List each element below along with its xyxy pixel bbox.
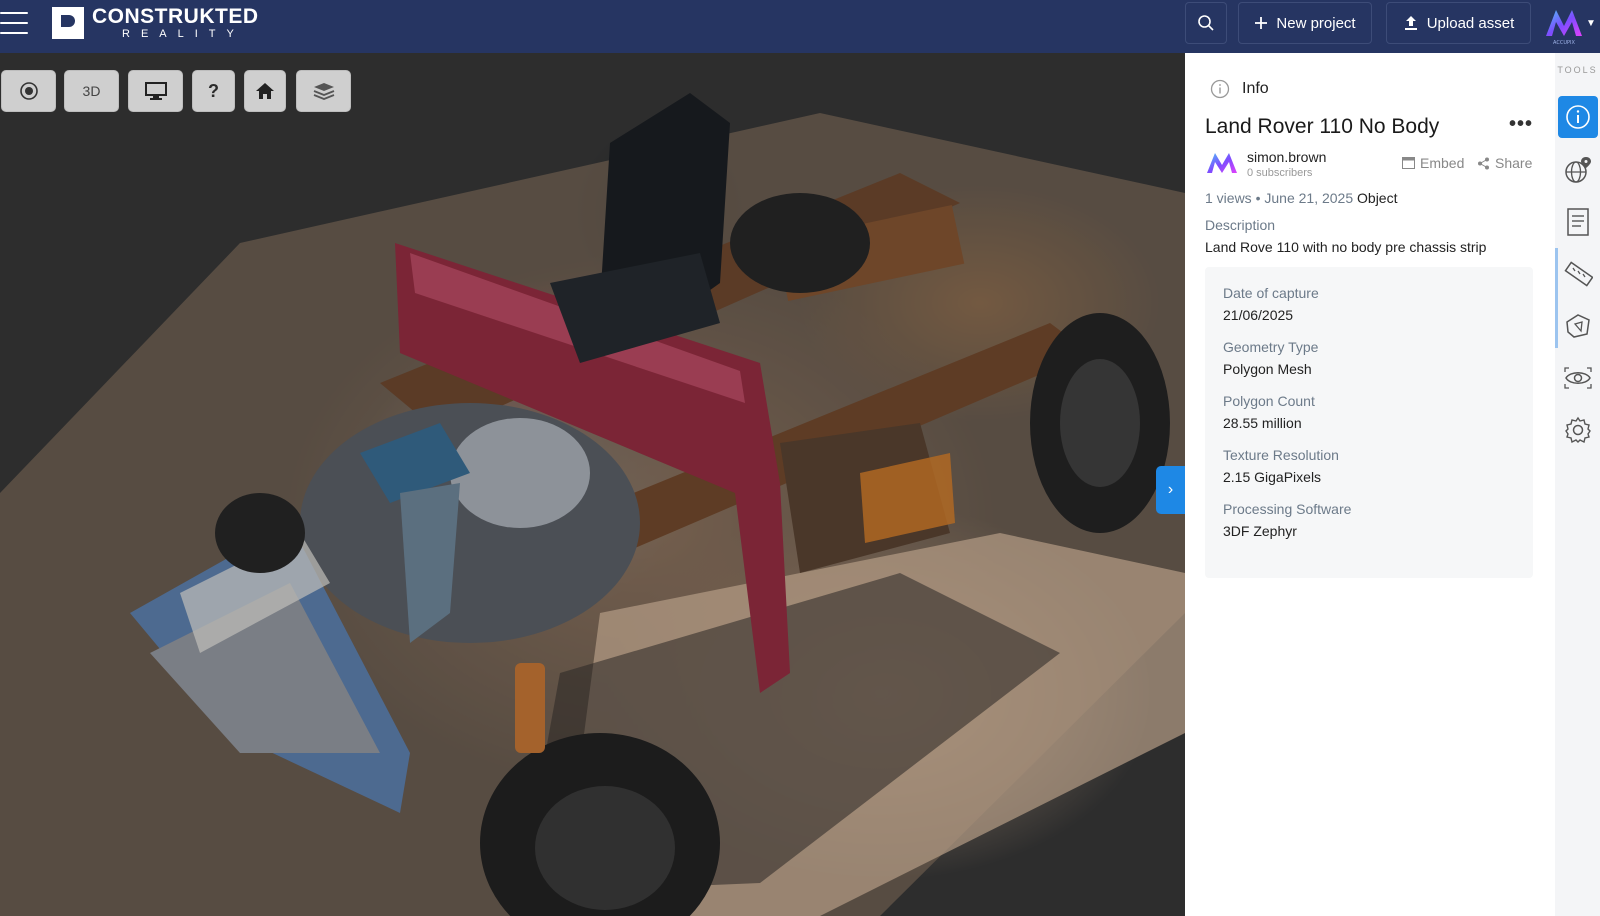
info-panel-title: Info xyxy=(1242,80,1269,97)
detail-geometry-type: Geometry Type Polygon Mesh xyxy=(1223,339,1515,377)
tool-location-button[interactable] xyxy=(1558,149,1598,191)
upload-asset-label: Upload asset xyxy=(1426,14,1515,32)
view-count: 1 views xyxy=(1205,190,1252,206)
embed-icon xyxy=(1402,157,1415,169)
globe-pin-icon xyxy=(1565,157,1591,183)
tool-document-button[interactable] xyxy=(1558,201,1598,243)
app-logo[interactable]: CONSTRUKTED REALITY xyxy=(52,6,259,40)
orbit-mode-button[interactable] xyxy=(1,70,56,112)
tool-visibility-button[interactable] xyxy=(1558,357,1598,399)
home-view-button[interactable] xyxy=(244,70,286,112)
detail-label: Texture Resolution xyxy=(1223,447,1339,463)
layers-icon xyxy=(313,83,334,100)
tool-info-button[interactable] xyxy=(1558,96,1598,138)
document-icon xyxy=(1567,208,1589,236)
detail-label: Date of capture xyxy=(1223,285,1319,301)
author-block[interactable]: simon.brown 0 subscribers xyxy=(1205,147,1326,181)
3d-viewer[interactable]: 3D ? › xyxy=(0,53,1185,916)
upload-icon xyxy=(1404,16,1417,30)
chevron-right-icon: › xyxy=(1167,481,1174,498)
detail-processing-software: Processing Software 3DF Zephyr xyxy=(1223,501,1515,539)
annotation-shape-icon xyxy=(1566,314,1590,338)
plus-icon xyxy=(1255,17,1268,29)
tool-settings-button[interactable] xyxy=(1558,409,1598,451)
info-outline-icon xyxy=(1210,79,1230,99)
display-mode-button[interactable] xyxy=(128,70,183,112)
search-button[interactable] xyxy=(1185,2,1227,44)
layers-button[interactable] xyxy=(296,70,351,112)
search-icon xyxy=(1198,15,1214,31)
asset-meta: 1 views • June 21, 2025 Object xyxy=(1205,190,1397,206)
3d-mode-button[interactable]: 3D xyxy=(64,70,119,112)
detail-value: 3DF Zephyr xyxy=(1223,523,1297,539)
help-button[interactable]: ? xyxy=(192,70,235,112)
share-icon xyxy=(1478,157,1489,169)
svg-text:ACCUPIX: ACCUPIX xyxy=(1553,40,1575,46)
asset-title: Land Rover 110 No Body xyxy=(1205,115,1440,138)
detail-value: 21/06/2025 xyxy=(1223,307,1294,323)
asset-details: Date of capture 21/06/2025 Geometry Type… xyxy=(1205,267,1533,578)
tool-measure-button[interactable] xyxy=(1558,253,1598,295)
detail-date-of-capture: Date of capture 21/06/2025 xyxy=(1223,285,1515,323)
brand-logo-icon: ACCUPIX xyxy=(1546,10,1582,46)
detail-label: Processing Software xyxy=(1223,501,1352,517)
help-icon: ? xyxy=(208,80,219,101)
new-project-label: New project xyxy=(1276,14,1356,32)
description-text: Land Rove 110 with no body pre chassis s… xyxy=(1205,239,1487,255)
detail-label: Geometry Type xyxy=(1223,339,1319,355)
embed-label: Embed xyxy=(1420,155,1465,171)
info-panel-header: Info xyxy=(1210,79,1269,99)
eye-icon xyxy=(1564,367,1592,389)
gear-icon xyxy=(1565,416,1591,444)
vehicle-model-render[interactable] xyxy=(0,53,1185,916)
detail-polygon-count: Polygon Count 28.55 million xyxy=(1223,393,1515,431)
orbit-sphere-icon xyxy=(19,82,38,100)
menu-hamburger-icon[interactable] xyxy=(0,10,28,36)
tool-annotate-button[interactable] xyxy=(1558,305,1598,347)
asset-type: Object xyxy=(1357,190,1398,206)
upload-date: June 21, 2025 xyxy=(1264,190,1354,206)
info-icon xyxy=(1566,105,1590,129)
detail-label: Polygon Count xyxy=(1223,393,1315,409)
embed-button[interactable]: Embed xyxy=(1402,155,1464,171)
detail-value: 2.15 GigaPixels xyxy=(1223,469,1322,485)
top-bar: CONSTRUKTED REALITY New project Upload a… xyxy=(0,0,1600,53)
tools-label: TOOLS xyxy=(1557,65,1598,75)
detail-value: 28.55 million xyxy=(1223,415,1302,431)
account-avatar[interactable]: ACCUPIX xyxy=(1542,2,1586,46)
logo-line-2: REALITY xyxy=(122,28,245,40)
home-icon xyxy=(256,83,274,99)
author-subscribers: 0 subscribers xyxy=(1247,167,1313,179)
ruler-icon xyxy=(1564,261,1593,287)
logo-line-1: CONSTRUKTED xyxy=(92,5,259,28)
new-project-button[interactable]: New project xyxy=(1238,2,1372,44)
author-name[interactable]: simon.brown xyxy=(1247,149,1326,165)
share-button[interactable]: Share xyxy=(1477,155,1532,171)
collapse-panel-button[interactable]: › xyxy=(1156,466,1185,514)
info-panel: Info Land Rover 110 No Body ••• simon.br… xyxy=(1185,53,1555,916)
monitor-icon xyxy=(144,82,167,100)
more-options-icon[interactable]: ••• xyxy=(1509,113,1533,136)
share-label: Share xyxy=(1495,155,1533,171)
account-chevron-down-icon[interactable]: ▼ xyxy=(1586,18,1596,29)
logo-mark-icon xyxy=(52,7,84,39)
description-label: Description xyxy=(1205,217,1276,233)
meta-separator: • xyxy=(1255,190,1261,206)
detail-value: Polygon Mesh xyxy=(1223,361,1312,377)
upload-asset-button[interactable]: Upload asset xyxy=(1386,2,1531,44)
tools-rail: TOOLS xyxy=(1555,53,1600,916)
author-avatar[interactable] xyxy=(1205,147,1239,181)
detail-texture-resolution: Texture Resolution 2.15 GigaPixels xyxy=(1223,447,1515,485)
